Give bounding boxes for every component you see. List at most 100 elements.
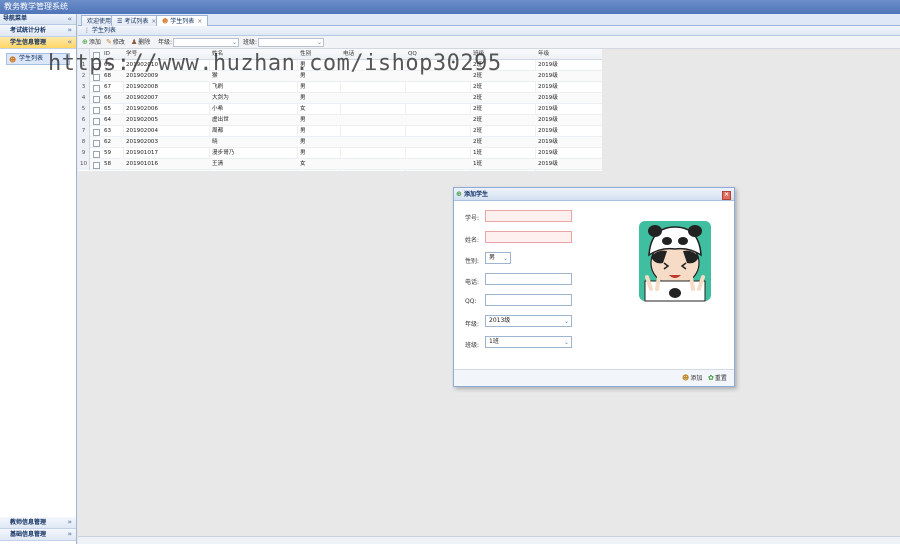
cell-class: 2班 xyxy=(473,84,483,90)
row-checkbox[interactable] xyxy=(93,129,100,136)
cell-sex: 男 xyxy=(300,128,306,134)
app-title: 教务教学管理系统 xyxy=(4,2,68,11)
row-number: 3 xyxy=(78,82,90,93)
sex-select[interactable]: 男 ⌄ xyxy=(485,252,511,264)
dialog-add-label: 添加 xyxy=(690,375,703,382)
cell-grade: 2019级 xyxy=(538,150,558,156)
delete-icon: ♟ xyxy=(131,38,138,46)
row-number: 10 xyxy=(78,159,90,170)
row-checkbox[interactable] xyxy=(93,151,100,158)
row-checkbox[interactable] xyxy=(93,162,100,169)
phone-label: 电话: xyxy=(465,279,480,286)
tab-bar: 欢迎使用 ☰ 考试列表 × ☻ 学生列表 × xyxy=(78,14,900,26)
row-number: 4 xyxy=(78,93,90,104)
tab-exam-list[interactable]: ☰ 考试列表 × xyxy=(111,15,163,26)
sidebar-section-student-info[interactable]: 学生信息管理 « xyxy=(0,37,76,49)
collapse-left-icon[interactable]: « xyxy=(67,14,72,24)
dialog-reset-button[interactable]: ✿重置 xyxy=(708,370,727,387)
class-filter-select[interactable]: ⌄ xyxy=(258,38,324,47)
dialog-header: ⊕ 添加学生 × xyxy=(454,188,734,201)
table-row[interactable]: 5 65 201902006 小希 女 2班 2019级 xyxy=(78,104,602,115)
cell-number: 201902007 xyxy=(126,95,159,101)
add-button[interactable]: ⊕添加 xyxy=(82,36,101,49)
cell-class: 2班 xyxy=(473,117,483,123)
row-number: 7 xyxy=(78,126,90,137)
name-input[interactable] xyxy=(485,231,572,243)
cell-name: 晓 xyxy=(212,139,218,145)
class-label: 班级: xyxy=(465,342,480,349)
row-checkbox[interactable] xyxy=(93,140,100,147)
column-header-grade[interactable]: 年级 xyxy=(538,49,549,60)
cell-id: 66 xyxy=(104,95,112,101)
delete-button[interactable]: ♟删除 xyxy=(131,36,150,49)
sidebar-section-exam-stats[interactable]: 考试统计分析 » xyxy=(0,25,76,37)
cell-class: 1班 xyxy=(473,150,483,156)
table-row[interactable]: 3 67 201902008 飞刷 男 2班 2019级 xyxy=(78,82,602,93)
dialog-add-button[interactable]: ☻添加 xyxy=(682,370,702,387)
table-row[interactable]: 7 63 201902004 周都 男 2班 2019级 xyxy=(78,126,602,137)
dialog-reset-label: 重置 xyxy=(714,375,727,382)
sidebar-section-label: 基础信息管理 xyxy=(10,531,47,538)
edit-button[interactable]: ✎修改 xyxy=(106,36,125,49)
chevron-down-icon: ⌄ xyxy=(316,39,322,46)
grade-filter-select[interactable]: ⌄ xyxy=(173,38,239,47)
dialog-title: 添加学生 xyxy=(464,191,489,198)
table-row[interactable]: 9 59 201901017 漫步哥乃 男 1班 2019级 xyxy=(78,148,602,159)
expand-icon: » xyxy=(67,530,72,538)
sidebar-bottom-sections: 教师信息管理 » 基础信息管理 » xyxy=(0,517,76,541)
cell-grade: 2019级 xyxy=(538,106,558,112)
phone-input[interactable] xyxy=(485,273,572,285)
cell-id: 63 xyxy=(104,128,112,134)
cell-sex: 女 xyxy=(300,106,306,112)
sidebar-section-teacher-info[interactable]: 教师信息管理 » xyxy=(0,517,76,529)
expand-icon: » xyxy=(67,518,72,526)
table-row[interactable]: 8 62 201902003 晓 男 2班 2019级 xyxy=(78,137,602,148)
tab-student-list[interactable]: ☻ 学生列表 × xyxy=(156,15,209,26)
cell-sex: 男 xyxy=(300,117,306,123)
qq-input[interactable] xyxy=(485,294,572,306)
edit-button-label: 修改 xyxy=(112,39,125,46)
grade-select[interactable]: 2013级 ⌄ xyxy=(485,315,572,327)
grade-filter-label: 年级: xyxy=(158,39,173,46)
delete-button-label: 删除 xyxy=(138,39,151,46)
row-checkbox[interactable] xyxy=(93,85,100,92)
cell-grade: 2019级 xyxy=(538,139,558,145)
chevron-down-icon: ⌄ xyxy=(563,318,569,325)
sex-label: 性别: xyxy=(465,258,480,265)
panel-title: 学生列表 xyxy=(91,27,116,34)
table-row[interactable]: 10 58 201901016 王清 女 1班 2019级 xyxy=(78,159,602,170)
collapse-icon: « xyxy=(67,38,72,46)
add-button-label: 添加 xyxy=(88,39,101,46)
user-icon: ☻ xyxy=(9,56,17,64)
close-icon[interactable]: × xyxy=(722,191,731,200)
number-label: 学号: xyxy=(465,215,480,222)
close-icon[interactable]: × xyxy=(197,18,202,25)
cell-sex: 男 xyxy=(300,84,306,90)
cell-name: 小希 xyxy=(212,106,224,112)
row-checkbox[interactable] xyxy=(93,96,100,103)
sidebar-section-basic-info[interactable]: 基础信息管理 » xyxy=(0,529,76,541)
cell-name: 周都 xyxy=(212,128,224,134)
row-checkbox[interactable] xyxy=(93,118,100,125)
user-icon: ☻ xyxy=(162,18,169,25)
cell-number: 201901016 xyxy=(126,161,159,167)
chevron-down-icon: ⌄ xyxy=(502,255,508,262)
cell-class: 2班 xyxy=(473,95,483,101)
table-row[interactable]: 4 66 201902007 大剑为 男 2班 2019级 xyxy=(78,93,602,104)
tab-label: 学生列表 xyxy=(170,18,195,25)
chevron-down-icon: ⌄ xyxy=(563,339,569,346)
cell-number: 201902006 xyxy=(126,106,159,112)
cell-sex: 女 xyxy=(300,161,306,167)
add-icon: ⊕ xyxy=(456,190,462,198)
number-input[interactable] xyxy=(485,210,572,222)
class-select[interactable]: 1班 ⌄ xyxy=(485,336,572,348)
sidebar-header: 导航菜单 « xyxy=(0,14,76,25)
panel-header: ⋮ 学生列表 xyxy=(78,26,900,36)
cell-sex: 男 xyxy=(300,150,306,156)
user-add-icon: ☻ xyxy=(682,374,690,382)
table-row[interactable]: 6 64 201902005 虚出世 男 2班 2019级 xyxy=(78,115,602,126)
cell-id: 58 xyxy=(104,161,112,167)
cell-grade: 2019级 xyxy=(538,62,558,68)
row-checkbox[interactable] xyxy=(93,107,100,114)
sidebar-item-label: 学生列表 xyxy=(19,55,44,62)
